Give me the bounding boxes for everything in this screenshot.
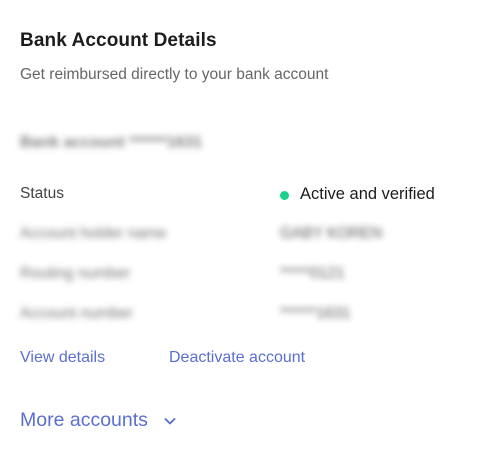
status-indicator-dot (280, 191, 289, 200)
routing-number-label: Routing number (20, 265, 131, 282)
account-holder-value: GABY KOREN (280, 225, 383, 242)
routing-number-value: *****0121 (280, 265, 345, 282)
account-number-label: Account number (20, 305, 133, 322)
account-holder-label: Account holder name (20, 225, 167, 242)
deactivate-account-link[interactable]: Deactivate account (169, 349, 305, 367)
card-subtitle: Get reimbursed directly to your bank acc… (20, 66, 329, 83)
chevron-down-icon (164, 417, 176, 424)
more-accounts-button[interactable]: More accounts (20, 409, 176, 432)
bank-account-name: Bank account ******1631 (20, 134, 203, 151)
account-number-value: ******1631 (280, 305, 351, 322)
bank-account-details-card: Bank Account Details Get reimbursed dire… (0, 0, 491, 454)
card-title: Bank Account Details (20, 30, 217, 51)
view-details-link[interactable]: View details (20, 349, 105, 367)
status-value: Active and verified (300, 185, 435, 203)
more-accounts-label: More accounts (20, 409, 148, 431)
status-label: Status (20, 185, 64, 202)
